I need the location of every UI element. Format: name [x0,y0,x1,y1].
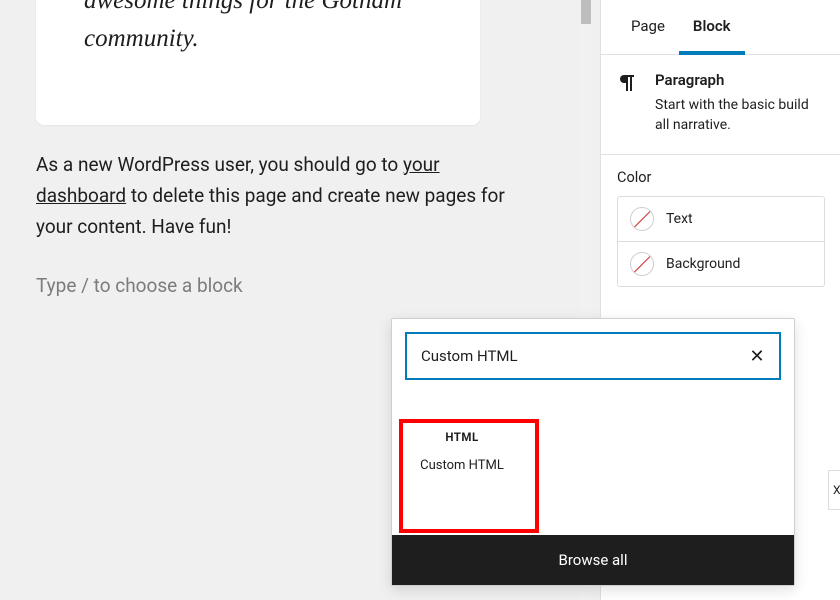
para-pre: As a new WordPress user, you should go t… [36,153,403,176]
block-inserter-popover: ✕ HTML Custom HTML Browse all [391,318,795,586]
block-description: Start with the basic build all narrative… [655,95,825,136]
color-row-background[interactable]: Background [618,241,824,286]
editor-scrollbar-thumb[interactable] [581,0,591,24]
paragraph-icon [617,71,641,95]
block-info-text: Paragraph Start with the basic build all… [655,71,825,136]
quote-block-card[interactable]: awesome things for the Gotham community. [36,0,480,125]
browse-all-button[interactable]: Browse all [392,535,794,585]
block-result-label: Custom HTML [420,458,504,473]
block-result-custom-html[interactable]: HTML Custom HTML [404,401,520,501]
empty-block-placeholder[interactable]: Type / to choose a block [36,274,243,297]
color-row-background-label: Background [666,256,740,272]
quote-text[interactable]: awesome things for the Gotham community. [84,0,450,57]
none-swatch-icon [630,207,654,231]
tab-page[interactable]: Page [617,0,679,55]
color-controls-group: Text Background [617,196,825,287]
typography-size-xl-fragment[interactable]: Xl [828,470,840,510]
clear-search-button[interactable]: ✕ [744,343,770,369]
html-icon: HTML [445,430,478,444]
tab-block[interactable]: Block [679,0,745,55]
color-row-text[interactable]: Text [618,197,824,241]
inserter-results: HTML Custom HTML [392,379,794,535]
body-paragraph[interactable]: As a new WordPress user, you should go t… [36,150,506,242]
block-info-panel: Paragraph Start with the basic build all… [601,55,840,155]
color-row-text-label: Text [666,211,693,227]
close-icon: ✕ [749,346,764,367]
inserter-search-input[interactable] [406,333,780,379]
block-title: Paragraph [655,71,825,89]
inserter-search-wrap: ✕ [392,319,794,379]
sidebar-tabs: Page Block [601,0,840,55]
none-swatch-icon [630,252,654,276]
color-panel-heading[interactable]: Color [601,155,840,196]
